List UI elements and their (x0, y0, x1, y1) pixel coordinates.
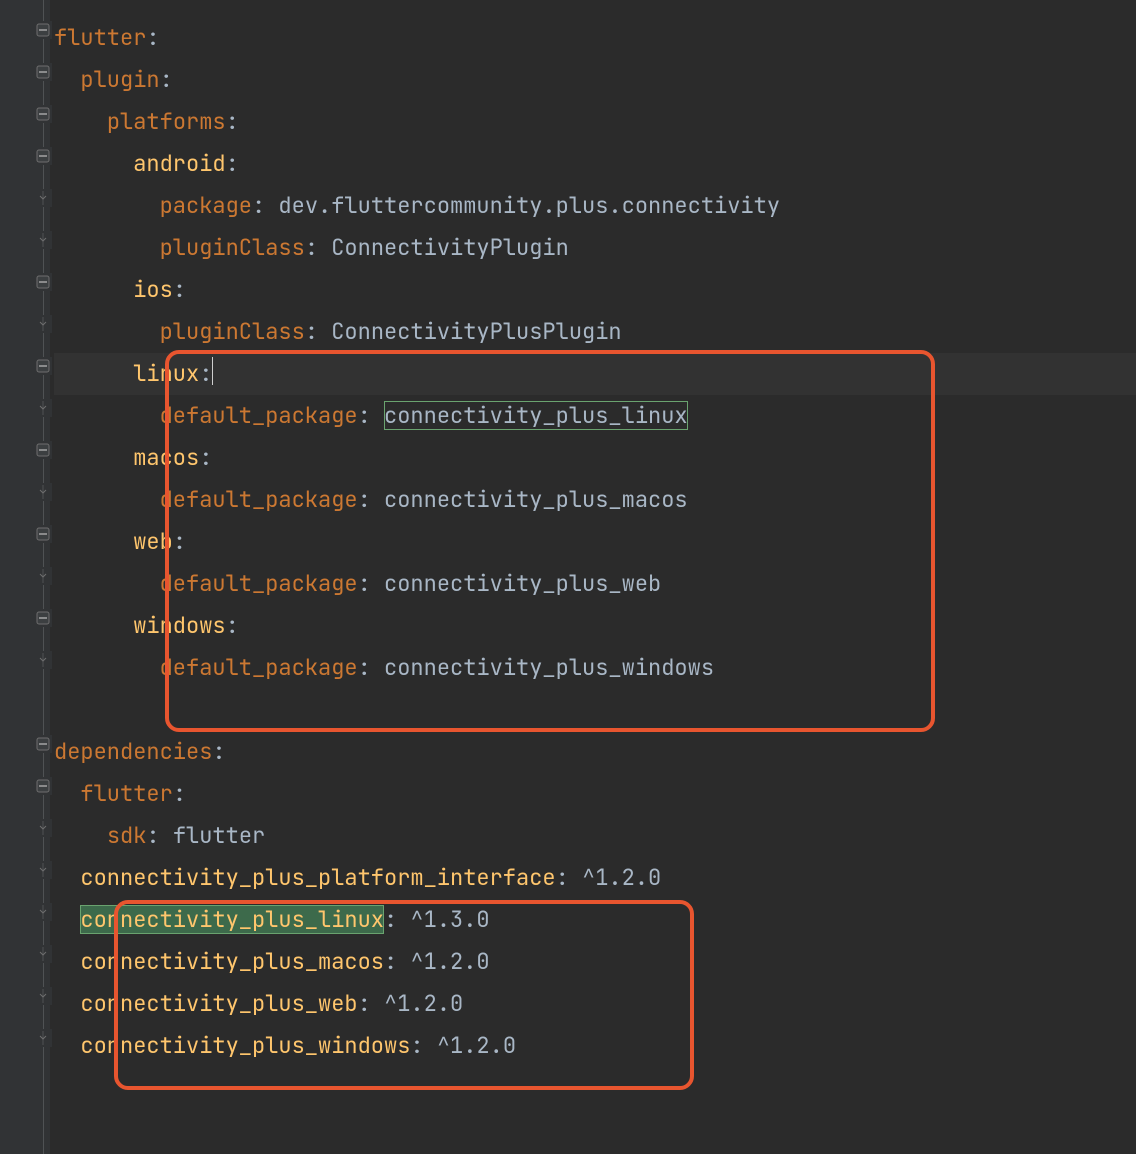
colon: : (358, 485, 371, 514)
yaml-key: plugin (80, 65, 159, 94)
colon: : (358, 401, 371, 430)
colon: : (305, 317, 318, 346)
code-line[interactable]: connectivity_plus_macos: ^1.2.0 (54, 941, 1136, 983)
code-line[interactable]: connectivity_plus_platform_interface: ^1… (54, 857, 1136, 899)
colon: : (173, 779, 186, 808)
yaml-key: sdk (107, 821, 147, 850)
colon: : (410, 1031, 423, 1060)
colon: : (160, 65, 173, 94)
colon: : (305, 233, 318, 262)
gutter (0, 0, 50, 1154)
yaml-key: android (133, 149, 225, 178)
yaml-value: connectivity_plus_web (384, 569, 661, 598)
yaml-value: ^1.2.0 (582, 863, 661, 892)
colon: : (358, 989, 371, 1018)
code-line[interactable]: default_package: connectivity_plus_web (54, 563, 1136, 605)
colon: : (199, 359, 212, 388)
yaml-key: macos (133, 443, 199, 472)
yaml-key: connectivity_plus_linux (80, 905, 384, 934)
yaml-key: default_package (160, 569, 358, 598)
yaml-key: dependencies (54, 737, 212, 766)
yaml-key: package (160, 191, 252, 220)
colon: : (226, 149, 239, 178)
code-line[interactable]: platforms: (54, 101, 1136, 143)
code-line[interactable]: macos: (54, 437, 1136, 479)
colon: : (212, 737, 225, 766)
yaml-value: connectivity_plus_windows (384, 653, 714, 682)
colon: : (252, 191, 265, 220)
code-line[interactable]: android: (54, 143, 1136, 185)
colon: : (173, 275, 186, 304)
code-line[interactable]: flutter: (54, 0, 1136, 59)
yaml-key: pluginClass (160, 233, 305, 262)
yaml-value: ^1.2.0 (437, 1031, 516, 1060)
yaml-value: ^1.2.0 (410, 947, 489, 976)
yaml-key: connectivity_plus_windows (80, 1031, 410, 1060)
colon: : (146, 821, 159, 850)
colon: : (146, 23, 159, 52)
yaml-value: dev.fluttercommunity.plus.connectivity (278, 191, 780, 220)
code-line[interactable]: default_package: connectivity_plus_linux (54, 395, 1136, 437)
code-line[interactable]: default_package: connectivity_plus_macos (54, 479, 1136, 521)
yaml-key: ios (133, 275, 173, 304)
yaml-key: web (133, 527, 173, 556)
yaml-value: connectivity_plus_linux (384, 401, 688, 430)
yaml-key: connectivity_plus_macos (80, 947, 384, 976)
yaml-value: flutter (173, 821, 265, 850)
yaml-key: default_package (160, 401, 358, 430)
code-line[interactable]: pluginClass: ConnectivityPlusPlugin (54, 311, 1136, 353)
colon: : (384, 905, 397, 934)
code-line[interactable]: plugin: (54, 59, 1136, 101)
code-line[interactable]: linux: (54, 353, 1136, 395)
yaml-value: ^1.2.0 (384, 989, 463, 1018)
yaml-key: pluginClass (160, 317, 305, 346)
code-line[interactable]: connectivity_plus_windows: ^1.2.0 (54, 1025, 1136, 1067)
code-line[interactable]: web: (54, 521, 1136, 563)
code-area[interactable]: flutter: plugin: platforms: android: pac… (50, 0, 1136, 1154)
code-line[interactable]: windows: (54, 605, 1136, 647)
yaml-key: default_package (160, 653, 358, 682)
text-caret (212, 357, 213, 385)
code-line[interactable]: connectivity_plus_web: ^1.2.0 (54, 983, 1136, 1025)
colon: : (358, 653, 371, 682)
yaml-key: connectivity_plus_platform_interface (80, 863, 555, 892)
code-line[interactable]: ios: (54, 269, 1136, 311)
code-editor[interactable]: flutter: plugin: platforms: android: pac… (0, 0, 1136, 1154)
colon: : (556, 863, 569, 892)
code-line[interactable] (54, 689, 1136, 731)
yaml-key: linux (133, 359, 199, 388)
yaml-key: default_package (160, 485, 358, 514)
colon: : (199, 443, 212, 472)
code-line[interactable]: flutter: (54, 773, 1136, 815)
yaml-value: ConnectivityPlugin (331, 233, 569, 262)
code-line[interactable]: package: dev.fluttercommunity.plus.conne… (54, 185, 1136, 227)
yaml-value: ConnectivityPlusPlugin (331, 317, 621, 346)
yaml-key: platforms (107, 107, 226, 136)
yaml-key: connectivity_plus_web (80, 989, 357, 1018)
colon: : (384, 947, 397, 976)
yaml-key: windows (133, 611, 225, 640)
yaml-value: connectivity_plus_macos (384, 485, 688, 514)
yaml-key: flutter (80, 779, 172, 808)
code-line[interactable]: default_package: connectivity_plus_windo… (54, 647, 1136, 689)
code-line[interactable]: sdk: flutter (54, 815, 1136, 857)
yaml-key: flutter (54, 23, 146, 52)
colon: : (358, 569, 371, 598)
colon: : (226, 611, 239, 640)
colon: : (173, 527, 186, 556)
colon: : (226, 107, 239, 136)
yaml-value: ^1.3.0 (410, 905, 489, 934)
code-line[interactable]: dependencies: (54, 731, 1136, 773)
code-line[interactable]: connectivity_plus_linux: ^1.3.0 (54, 899, 1136, 941)
code-line[interactable]: pluginClass: ConnectivityPlugin (54, 227, 1136, 269)
